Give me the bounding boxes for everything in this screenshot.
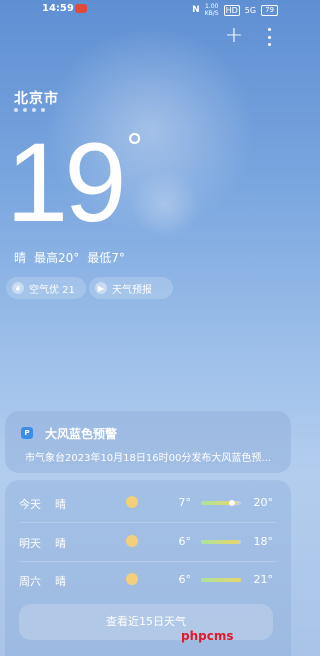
degree-symbol: ° [126,126,143,170]
forecast-row[interactable]: 周六 晴 6° 21° [5,561,291,597]
leaf-icon: ❦ [12,282,24,294]
forecast-chip-label: 天气预报 [112,284,152,296]
play-icon: ▶ [95,282,107,294]
temp-range-fill [201,578,241,582]
hd-icon: HD [223,4,240,16]
forecast-day: 周六 [19,575,41,588]
net-speed-value: 1.00 [204,3,219,10]
city-name: 北京市 [14,91,59,107]
warning-flag-icon: P [21,427,33,439]
dot-icon [267,35,271,39]
sun-icon [126,573,138,585]
net-speed-unit: KB/S [204,10,219,17]
daily-forecast-card: 今天 晴 7° 20° 明天 晴 6° 18° 周六 晴 6° 21° 查看近1… [5,480,291,656]
page-dot [23,108,27,112]
air-quality-label: 空气优 21 [29,284,75,296]
page-dot [41,108,45,112]
more-menu-button[interactable] [263,28,275,46]
forecast-day: 今天 [19,498,41,511]
high-temp: 最高20° [34,251,80,265]
forecast-condition: 晴 [55,537,66,550]
current-condition: 晴 [14,251,27,265]
status-bar: 14:59 N 1.00 KB/S HD 5G 79 [0,0,290,18]
view-15-day-forecast-button[interactable]: 查看近15日天气 [19,604,273,640]
forecast-day: 明天 [19,537,41,550]
forecast-low: 6° [178,535,192,548]
forecast-chip[interactable]: ▶ 天气预报 [89,277,173,299]
sun-icon [126,496,138,508]
app-notification-icon [75,4,87,13]
temp-range-bar [201,500,241,506]
forecast-high: 20° [253,496,274,509]
temperature-value: 19 [6,120,127,245]
low-temp: 最低7° [87,251,125,265]
air-quality-chip[interactable]: ❦ 空气优 21 [6,277,86,299]
status-time: 14:59 [42,3,74,14]
net-speed: 1.00 KB/S [205,3,219,17]
forecast-low: 7° [178,496,192,509]
dot-icon [267,43,271,46]
warning-text: 市气象台2023年10月18日16时00分发布大风蓝色预... [25,453,271,464]
forecast-row[interactable]: 今天 晴 7° 20° [5,484,291,520]
battery-icon: 79 [261,4,278,16]
warning-title: 大风蓝色预警 [45,427,118,441]
forecast-row[interactable]: 明天 晴 6° 18° [5,523,291,559]
current-temperature: 19 ° [6,118,143,248]
temp-range-bar [201,540,241,544]
add-city-button[interactable]: + [224,25,244,47]
temp-range-bar [201,578,241,582]
page-dot [32,108,36,112]
status-icons: N 1.00 KB/S HD 5G 79 [192,3,278,17]
forecast-high: 21° [253,573,274,586]
watermark-logo: phpcms [181,629,234,643]
page-dot [14,108,18,112]
forecast-high: 18° [253,535,274,548]
dot-icon [267,28,271,31]
city-page-indicator [14,108,45,112]
signal-icon: 5G [244,5,257,15]
weather-summary: 晴 最高20° 最低7° [14,249,125,266]
forecast-low: 6° [178,573,192,586]
nfc-icon: N [192,5,200,15]
weather-warning-card[interactable]: P 大风蓝色预警 市气象台2023年10月18日16时00分发布大风蓝色预... [5,411,291,473]
forecast-condition: 晴 [55,575,66,588]
forecast-condition: 晴 [55,498,66,511]
current-temp-dot [229,500,236,506]
temp-range-fill [201,540,239,544]
sun-icon [126,535,138,547]
